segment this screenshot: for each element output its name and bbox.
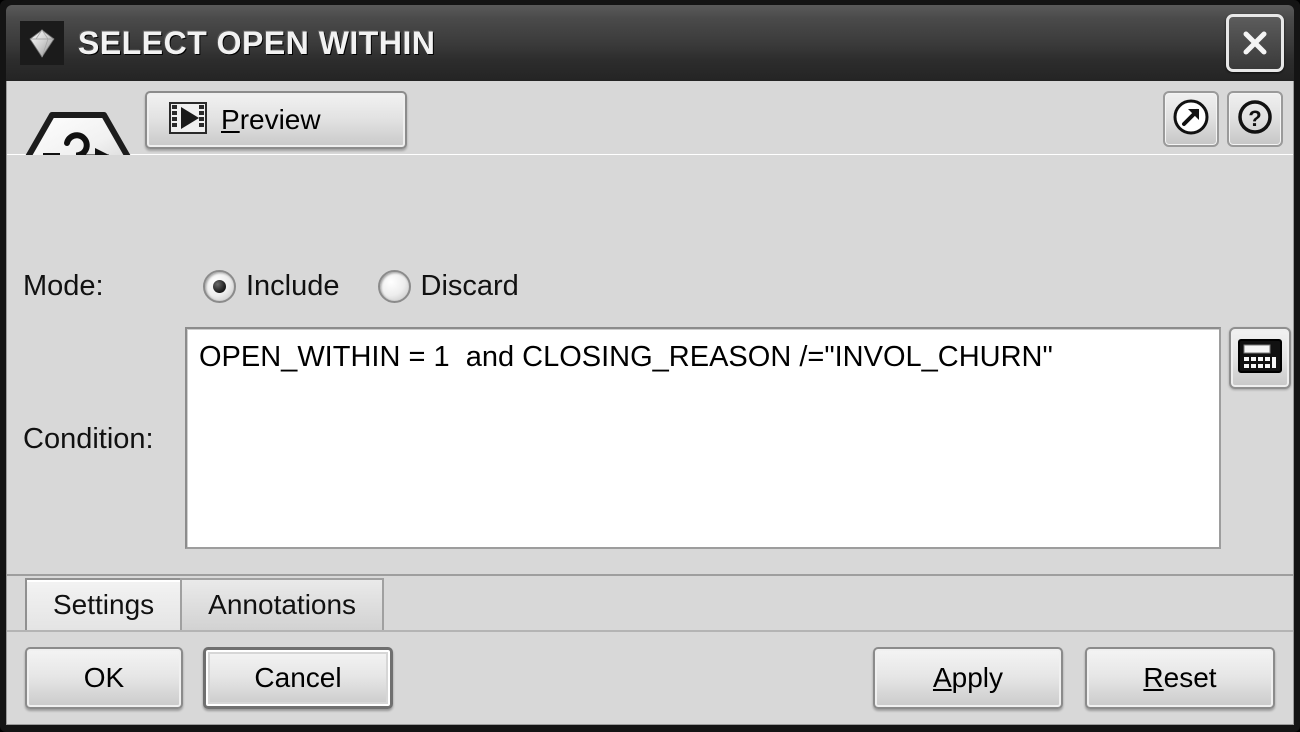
radio-discard-indicator[interactable] — [377, 270, 411, 303]
radio-include-label: Include — [246, 270, 340, 302]
mode-label: Mode: — [23, 270, 104, 302]
preview-button[interactable]: Preview — [145, 91, 407, 149]
help-button[interactable]: ? — [1227, 91, 1283, 147]
apply-button[interactable]: Apply — [873, 647, 1063, 709]
window-title: SELECT OPEN WITHIN — [78, 24, 436, 61]
footer-button-bar: OK Cancel Apply Reset — [7, 630, 1293, 724]
radio-discard-label: Discard — [420, 270, 519, 302]
dialog-body: Preview ? Mode: Include Discard Conditio… — [6, 81, 1294, 725]
preview-mnemonic: P — [221, 104, 240, 135]
question-circle-icon: ? — [1235, 97, 1275, 142]
dialog-window: SELECT OPEN WITHIN Preview ? Mode: Inclu… — [0, 0, 1300, 732]
reset-button-label: Reset — [1143, 662, 1216, 694]
ok-button[interactable]: OK — [25, 647, 183, 709]
condition-value: OPEN_WITHIN = 1 and CLOSING_REASON /="IN… — [199, 341, 1053, 373]
radio-include[interactable]: Include — [203, 270, 340, 303]
calculator-icon — [1238, 338, 1282, 378]
gem-icon — [20, 21, 64, 65]
mode-row: Mode: Include Discard — [23, 270, 557, 303]
tab-annotations[interactable]: Annotations — [180, 578, 385, 630]
preview-label-rest: review — [239, 104, 321, 135]
condition-label: Condition: — [23, 423, 154, 455]
arrow-up-right-circle-icon — [1171, 97, 1211, 142]
reset-label-rest: eset — [1163, 662, 1217, 693]
tab-settings-label: Settings — [53, 589, 155, 620]
tab-annotations-label: Annotations — [208, 589, 357, 620]
footer-right-group: Apply Reset — [873, 647, 1275, 709]
preview-button-label: Preview — [221, 104, 321, 136]
radio-include-indicator[interactable] — [203, 270, 236, 303]
cancel-button[interactable]: Cancel — [203, 647, 393, 709]
title-bar: SELECT OPEN WITHIN — [6, 5, 1294, 81]
expression-builder-button[interactable] — [1229, 327, 1291, 389]
toolbar-right-group: ? — [1163, 91, 1287, 147]
apply-mnemonic: A — [932, 662, 952, 693]
tab-settings[interactable]: Settings — [25, 578, 183, 630]
condition-input[interactable]: OPEN_WITHIN = 1 and CLOSING_REASON /="IN… — [185, 327, 1221, 549]
reset-button[interactable]: Reset — [1085, 647, 1275, 709]
toolbar: Preview ? — [7, 81, 1293, 202]
close-button[interactable] — [1226, 14, 1284, 72]
settings-pane: Mode: Include Discard Condition: OPEN_WI… — [7, 155, 1293, 574]
cancel-button-label: Cancel — [254, 662, 342, 693]
close-icon — [1243, 31, 1267, 55]
apply-button-label: Apply — [933, 662, 1003, 694]
expand-button[interactable] — [1163, 91, 1219, 147]
tab-bar: Settings Annotations — [7, 574, 1293, 630]
reset-mnemonic: R — [1143, 662, 1164, 693]
apply-label-rest: pply — [951, 662, 1004, 693]
ok-button-label: OK — [83, 662, 125, 693]
film-play-icon — [169, 101, 207, 139]
svg-text:?: ? — [1248, 106, 1261, 131]
radio-discard[interactable]: Discard — [377, 270, 519, 303]
